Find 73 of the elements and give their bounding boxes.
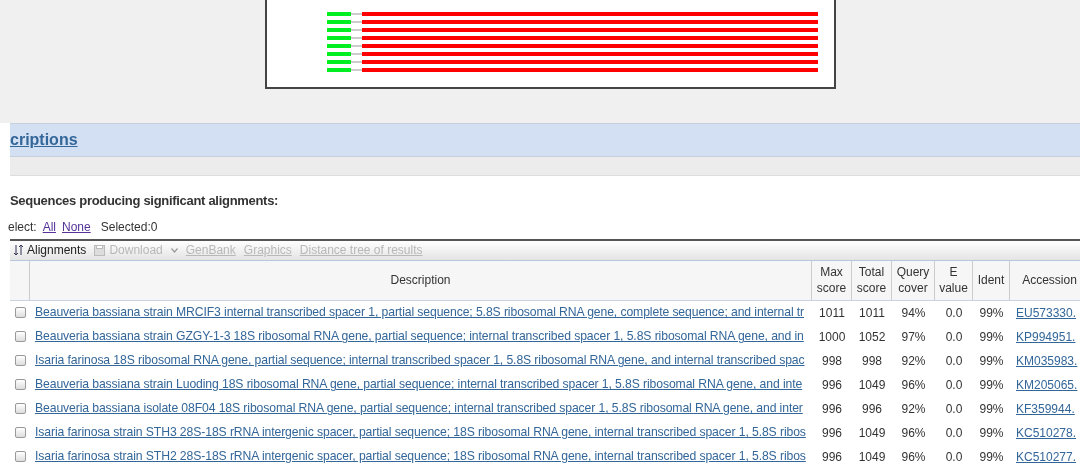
table-cell-text: 1049 <box>858 424 886 442</box>
table-cell-text: 998 <box>822 352 842 370</box>
description-link[interactable]: Isaria farinosa strain STH2 28S-18S rRNA intergenic spacer, partial sequence; 18S ribosomal RNA gene, internal transcribed spacer 1, 5.8S ribos <box>35 449 806 464</box>
table-cell-text: 99% <box>979 424 1004 442</box>
description-link[interactable]: Beauveria bassiana isolate 08F04 18S ribosomal RNA gene, partial sequence; internal transcribed spacer 1, 5.8S ribosomal RNA gene, and inter <box>35 401 803 416</box>
table-cell-text: 96% <box>901 376 926 394</box>
table-cell-text: 99% <box>979 304 1004 322</box>
table-cell-text: 0.0 <box>945 400 963 418</box>
table-cell-text: 1052 <box>858 328 886 346</box>
table-cell-text: 99% <box>979 448 1004 466</box>
accession-link[interactable]: KP994951. <box>1016 329 1076 344</box>
accession-link[interactable]: KF359944. <box>1016 401 1075 416</box>
accession-link[interactable]: KM205065. <box>1016 377 1078 392</box>
row-checkbox[interactable] <box>14 451 26 462</box>
table-cell-text: 97% <box>901 328 926 346</box>
table-cell-text: 99% <box>979 376 1004 394</box>
row-checkbox[interactable] <box>14 379 26 390</box>
table-cell-text: 1011 <box>859 304 885 322</box>
table-cell-text: 96% <box>901 448 926 466</box>
description-link[interactable]: Beauveria bassiana strain MRCIF3 internal transcribed spacer 1, partial sequence; 5.8S ribosomal RNA gene, complete sequence; and internal tr <box>35 305 805 320</box>
accession-link[interactable]: KM035983. <box>1016 353 1078 368</box>
table-cell-text: 0.0 <box>945 328 963 346</box>
table-cell-text: 92% <box>901 352 926 370</box>
row-checkbox[interactable] <box>14 427 26 438</box>
table-cell-text: 0.0 <box>945 352 963 370</box>
column-header: Total score <box>852 260 892 300</box>
alignments-link[interactable]: Alignments <box>14 241 87 259</box>
table-cell-text: 1000 <box>818 328 846 346</box>
table-cell-text: 1049 <box>858 376 886 394</box>
description-link[interactable]: Beauveria bassiana strain Luoding 18S ribosomal RNA gene, partial sequence; internal transcribed spacer 1, 5.8S ribosomal RNA gene, and inte <box>35 377 803 392</box>
table-cell-text: 996 <box>822 400 842 418</box>
accession-link[interactable]: EU573330. <box>1016 305 1077 320</box>
description-link[interactable]: Isaria farinosa strain STH3 28S-18S rRNA intergenic spacer, partial sequence; 18S ribosomal RNA gene, internal transcribed spacer 1, 5.8S ribos <box>35 425 806 440</box>
table-cell-text: 99% <box>979 328 1004 346</box>
select-label: elect: <box>8 218 37 236</box>
section-title-link[interactable]: criptions <box>10 128 78 152</box>
column-header: Accession <box>1010 260 1080 300</box>
table-cell-text: 92% <box>901 400 926 418</box>
table-cell-text: 996 <box>822 448 842 466</box>
accession-link[interactable]: KC510278. <box>1016 425 1077 440</box>
row-checkbox[interactable] <box>14 331 26 342</box>
select-link[interactable]: None <box>62 217 91 236</box>
column-header: Description <box>30 260 812 300</box>
table-cell-text: 996 <box>862 400 882 418</box>
save-icon <box>94 244 106 256</box>
accession-link[interactable]: KC510277. <box>1016 449 1077 464</box>
table-cell-text: 94% <box>901 304 926 322</box>
table-cell-text: 998 <box>862 352 882 370</box>
table-cell-text: 996 <box>822 424 842 442</box>
table-cell-text: 99% <box>979 400 1004 418</box>
select-link[interactable]: All <box>42 217 57 236</box>
row-checkbox[interactable] <box>14 403 26 414</box>
caret-icon <box>170 247 178 253</box>
column-header: Query cover <box>892 260 935 300</box>
table-cell-text: 1049 <box>858 448 886 466</box>
row-checkbox[interactable] <box>14 307 26 318</box>
description-link[interactable]: Beauveria bassiana strain GZGY-1-3 18S ribosomal RNA gene, partial sequence; internal transcribed spacer 1, 5.8S ribosomal RNA gene, and in <box>35 329 804 344</box>
row-checkbox[interactable] <box>14 355 26 366</box>
table-cell-text: 96% <box>901 424 926 442</box>
table-cell-text: 0.0 <box>945 304 963 322</box>
table-cell-text: 996 <box>822 376 842 394</box>
table-cell-text: 0.0 <box>945 424 963 442</box>
table-cell-text: 0.0 <box>945 448 963 466</box>
table-cell-text: 99% <box>979 352 1004 370</box>
table-cell-text: 1011 <box>819 304 845 322</box>
selected-count: Selected:0 <box>100 218 158 236</box>
sort-icon <box>14 244 23 256</box>
table-cell-text: 0.0 <box>945 376 963 394</box>
description-link[interactable]: Isaria farinosa 18S ribosomal RNA gene, partial sequence; internal transcribed spacer 1, 5.8S ribosomal RNA gene, and internal transcribed spac <box>35 353 805 368</box>
results-heading: Sequences producing significant alignments: <box>10 192 280 210</box>
column-header: Max score <box>812 260 852 300</box>
column-header: E value <box>935 260 973 300</box>
column-header: Ident <box>973 260 1010 300</box>
